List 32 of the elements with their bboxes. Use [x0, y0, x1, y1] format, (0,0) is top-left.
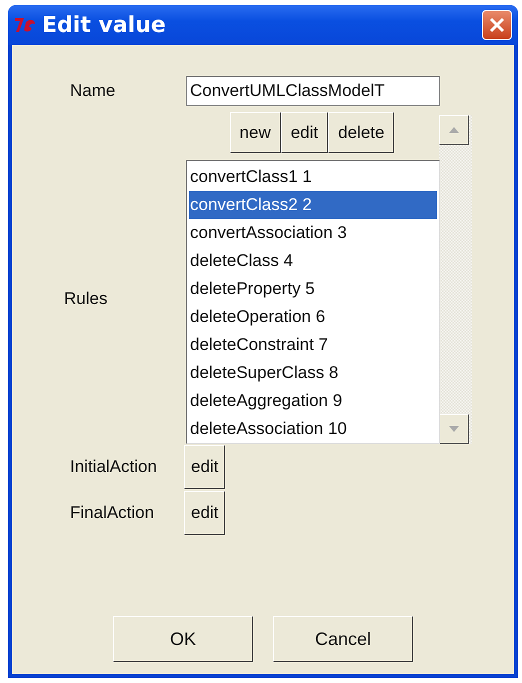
- name-label: Name: [69, 81, 116, 101]
- scroll-up-button[interactable]: [439, 115, 469, 145]
- rules-list[interactable]: convertClass1 1 convertClass2 2 convertAssociation 3 deleteClass 4 deleteProperty 5 deleteOperation 6 deleteConstraint 7 deleteSuperClass 8 deleteAggregation 9 deleteAssociation 10: [186, 160, 440, 444]
- rule-item[interactable]: convertClass2 2: [189, 191, 437, 219]
- rule-item[interactable]: deleteProperty 5: [189, 275, 437, 303]
- window-title: Edit value: [42, 12, 167, 38]
- rule-button[interactable]: new: [230, 112, 281, 153]
- rule-item[interactable]: deleteSuperClass 8: [189, 359, 437, 387]
- rule-item[interactable]: deleteAggregation 9: [189, 387, 437, 415]
- edit-button[interactable]: edit: [184, 445, 226, 489]
- scroll-down-button[interactable]: [439, 414, 469, 444]
- scrollbar[interactable]: [439, 115, 472, 444]
- rule-item[interactable]: deleteAssociation 10: [189, 415, 437, 443]
- rule-item[interactable]: deleteClass 4: [189, 247, 437, 275]
- rule-button[interactable]: edit: [280, 112, 328, 153]
- action-label: InitialAction: [69, 457, 158, 477]
- rule-item[interactable]: convertClass1 1: [189, 163, 437, 191]
- dialog-button[interactable]: Cancel: [273, 616, 413, 662]
- dialog-button[interactable]: OK: [113, 616, 253, 662]
- rule-item[interactable]: deleteOperation 6: [189, 303, 437, 331]
- action-label: FinalAction: [69, 503, 156, 523]
- down-arrow-icon: [449, 426, 459, 432]
- close-button[interactable]: [482, 10, 512, 40]
- app-icon: [14, 16, 36, 34]
- name-field[interactable]: ConvertUMLClassModelT: [186, 76, 440, 106]
- rule-item[interactable]: convertAssociation 3: [189, 219, 437, 247]
- close-icon: [488, 16, 506, 34]
- rule-button[interactable]: delete: [328, 112, 394, 153]
- up-arrow-icon: [449, 127, 459, 133]
- rules-label: Rules: [63, 289, 108, 309]
- rule-item[interactable]: deleteConstraint 7: [189, 331, 437, 359]
- edit-button[interactable]: edit: [184, 491, 226, 535]
